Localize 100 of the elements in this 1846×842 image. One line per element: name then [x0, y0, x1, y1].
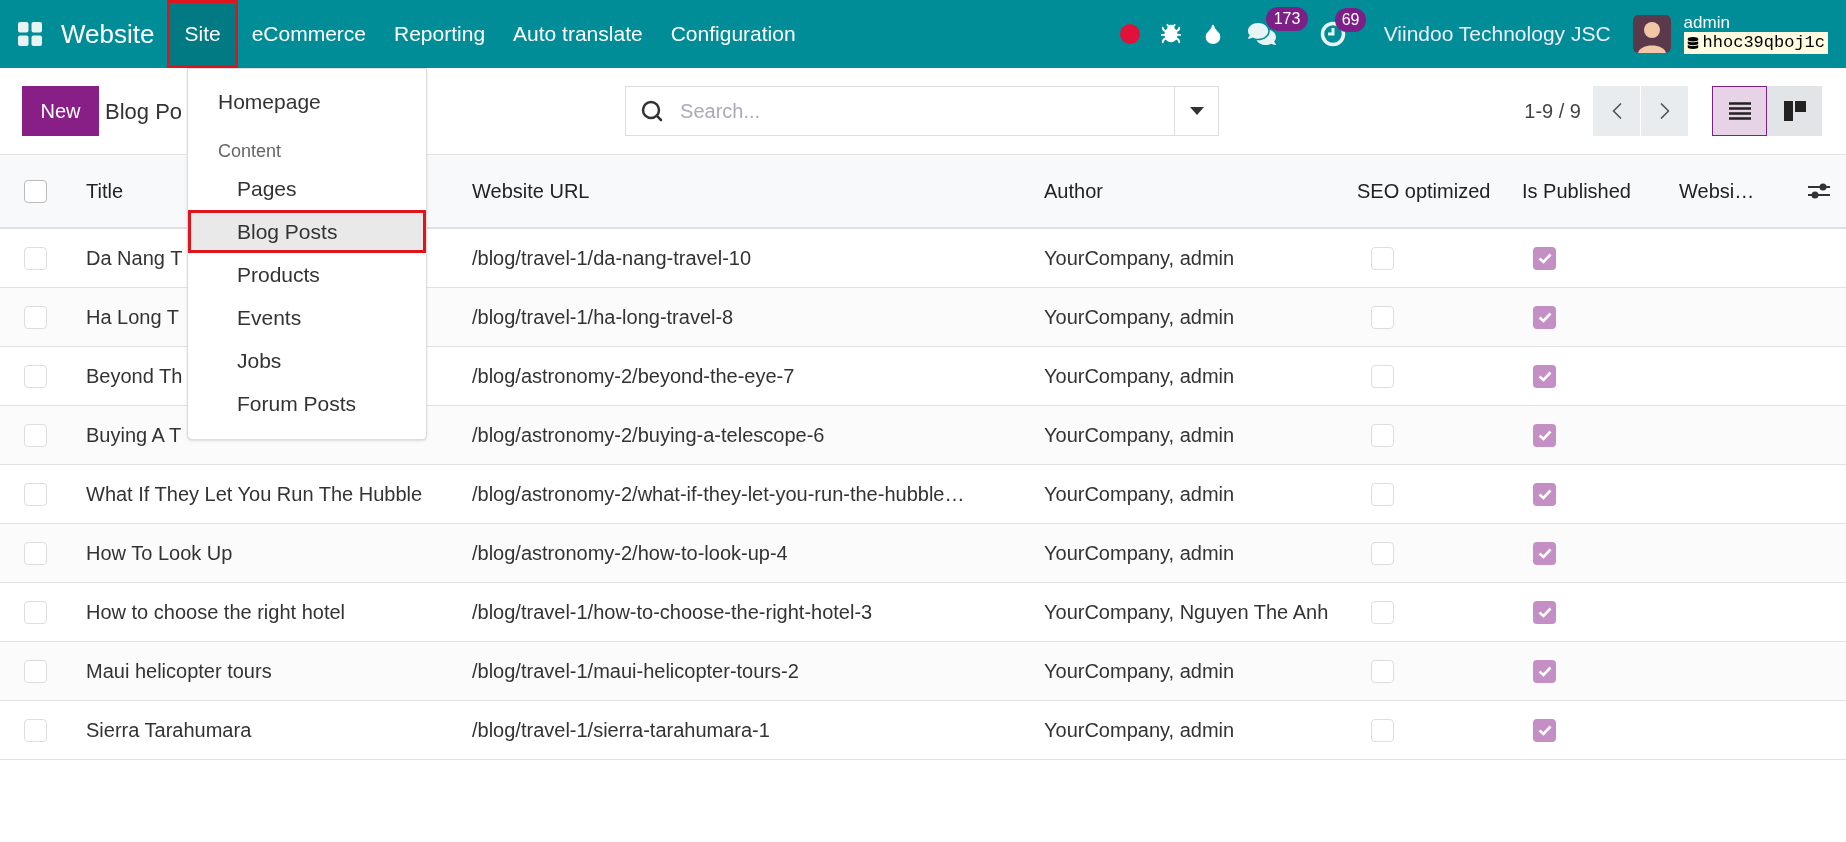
checkbox[interactable]	[1371, 718, 1394, 742]
menu-item[interactable]: Pages	[188, 167, 426, 210]
menu-item[interactable]: eCommerce	[237, 0, 380, 68]
column-header[interactable]: Is Published	[1520, 176, 1677, 206]
checkbox[interactable]	[23, 482, 47, 506]
table-cell-text: YourCompany, admin	[1044, 305, 1235, 330]
table-cell-text: /blog/astronomy-2/what-if-they-let-you-run-the-hubble…	[472, 482, 965, 507]
search-input[interactable]: Search...	[680, 96, 1175, 126]
checkbox[interactable]	[1533, 718, 1556, 742]
check-icon	[1537, 311, 1552, 323]
check-icon	[1537, 252, 1552, 264]
checkbox[interactable]	[1371, 246, 1394, 270]
menu-item[interactable]: Products	[188, 253, 426, 296]
list-icon	[1728, 102, 1751, 120]
check-icon	[1537, 488, 1552, 500]
menu-item[interactable]: Site	[167, 0, 238, 68]
check-icon	[1537, 370, 1552, 382]
table-cell-text: YourCompany, Nguyen The Anh	[1044, 600, 1329, 625]
table-cell-text: /blog/travel-1/da-nang-travel-10	[472, 246, 752, 271]
column-header[interactable]: Author	[1030, 176, 1355, 206]
checkbox[interactable]	[1533, 659, 1556, 683]
menu-item[interactable]: Blog Posts	[188, 210, 426, 253]
next-button[interactable]	[1641, 86, 1688, 136]
search-icon	[640, 99, 665, 123]
checkbox[interactable]	[23, 423, 47, 447]
menu-item[interactable]: Homepage	[188, 83, 426, 121]
check-icon	[1537, 606, 1552, 618]
menu-item[interactable]: Events	[188, 296, 426, 339]
menu-item[interactable]: Forum Posts	[188, 382, 426, 425]
checkbox[interactable]	[1533, 364, 1556, 388]
user-name[interactable]: admin	[1683, 14, 1828, 32]
table-cell-text: /blog/travel-1/ha-long-travel-8	[472, 305, 734, 330]
table-cell-text: Sierra Tarahumara	[86, 718, 252, 743]
bug-icon[interactable]	[1159, 23, 1182, 45]
checkbox[interactable]	[23, 541, 47, 565]
table-cell-text: YourCompany, admin	[1044, 541, 1235, 566]
checkbox[interactable]	[1371, 423, 1394, 447]
table-cell-text: /blog/travel-1/how-to-choose-the-right-hotel-3	[472, 600, 873, 625]
checkbox[interactable]	[23, 364, 47, 388]
apps-menu-icon[interactable]	[18, 22, 42, 46]
app-name[interactable]: Website	[61, 14, 155, 54]
table-cell-text: Da Nang T	[86, 246, 183, 271]
table-cell-text: Beyond Th	[86, 364, 183, 389]
table-cell-text: YourCompany, admin	[1044, 718, 1235, 743]
check-icon	[1537, 429, 1552, 441]
checkbox[interactable]	[1533, 600, 1556, 624]
settings-icon[interactable]	[1808, 181, 1830, 201]
chat-icon[interactable]	[1247, 20, 1276, 48]
table-cell-text: /blog/astronomy-2/beyond-the-eye-7	[472, 364, 795, 389]
table-cell-text: What If They Let You Run The Hubble	[86, 482, 423, 507]
checkbox[interactable]	[23, 659, 47, 683]
check-icon	[1537, 665, 1552, 677]
search-field[interactable]: Search...	[625, 86, 1220, 136]
checkbox[interactable]	[1533, 482, 1556, 506]
checkbox[interactable]	[23, 179, 47, 203]
checkbox[interactable]	[1371, 305, 1394, 329]
kanban-view-button[interactable]	[1767, 86, 1822, 136]
menu-item[interactable]: Configuration	[656, 0, 810, 68]
table-cell-text: /blog/travel-1/sierra-tarahumara-1	[472, 718, 770, 743]
checkbox[interactable]	[23, 305, 47, 329]
column-header[interactable]: SEO optimized	[1355, 176, 1520, 206]
table-cell-text: Buying A T	[86, 423, 182, 448]
column-header[interactable]: Website URL	[458, 176, 1030, 206]
badge: 173	[1265, 7, 1309, 31]
table-cell-text: YourCompany, admin	[1044, 246, 1235, 271]
checkbox[interactable]	[1533, 423, 1556, 447]
menu-item[interactable]: Reporting	[380, 0, 500, 68]
check-icon	[1537, 724, 1552, 736]
avatar[interactable]	[1632, 15, 1671, 53]
menu-item[interactable]: Jobs	[188, 339, 426, 382]
checkbox[interactable]	[1533, 246, 1556, 270]
table-cell-text: /blog/travel-1/maui-helicopter-tours-2	[472, 659, 799, 684]
table-cell-text: YourCompany, admin	[1044, 423, 1235, 448]
checkbox[interactable]	[23, 718, 47, 742]
new-button[interactable]: New	[22, 86, 99, 136]
database-icon	[1686, 37, 1699, 49]
pager-value[interactable]: 1-9 / 9	[1524, 96, 1581, 126]
table-cell-text: /blog/astronomy-2/how-to-look-up-4	[472, 541, 788, 566]
check-icon	[1537, 547, 1552, 559]
checkbox[interactable]	[23, 246, 47, 270]
column-header[interactable]: Websi…	[1677, 176, 1790, 206]
table-cell-text: YourCompany, admin	[1044, 364, 1235, 389]
database-label: hhoc39qboj1c	[1683, 32, 1828, 54]
previous-button[interactable]	[1593, 86, 1640, 136]
checkbox[interactable]	[1371, 659, 1394, 683]
table-cell-text: YourCompany, admin	[1044, 659, 1235, 684]
table-cell-text: Ha Long T	[86, 305, 180, 330]
menu-item[interactable]: Auto translate	[499, 0, 657, 68]
checkbox[interactable]	[1371, 600, 1394, 624]
checkbox[interactable]	[1533, 541, 1556, 565]
checkbox[interactable]	[1371, 482, 1394, 506]
checkbox[interactable]	[1371, 541, 1394, 565]
section-header: Content	[217, 139, 283, 163]
table-cell-text: YourCompany, admin	[1044, 482, 1235, 507]
checkbox[interactable]	[1371, 364, 1394, 388]
checkbox[interactable]	[1533, 305, 1556, 329]
breadcrumb[interactable]: Blog Po	[105, 94, 183, 128]
checkbox[interactable]	[23, 600, 47, 624]
badge: 69	[1334, 8, 1367, 32]
list-view-button[interactable]	[1712, 86, 1767, 136]
